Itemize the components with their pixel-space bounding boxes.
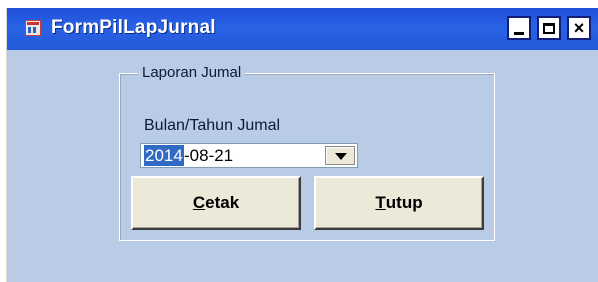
dropdown-arrow-icon[interactable] [325, 146, 355, 165]
minimize-button[interactable] [507, 16, 531, 40]
date-month-day-segment[interactable]: -08-21 [184, 145, 233, 166]
minimize-icon [514, 31, 524, 35]
close-icon: × [573, 18, 585, 38]
maximize-button[interactable] [537, 16, 561, 40]
cetak-button[interactable]: Cetak [131, 176, 301, 230]
date-picker[interactable]: 2014 -08-21 [140, 143, 358, 168]
tutup-button[interactable]: Tutup [314, 176, 484, 230]
bulan-tahun-label: Bulan/Tahun Jumal [144, 117, 281, 134]
form-app-icon[interactable] [25, 20, 41, 36]
title-bar[interactable]: FormPilLapJurnal × [7, 8, 598, 50]
cetak-label-rest: etak [205, 193, 240, 212]
date-year-segment[interactable]: 2014 [144, 145, 184, 166]
laporan-jurnal-groupbox: Laporan Jumal Bulan/Tahun Jumal 2014 -08… [119, 64, 495, 241]
tutup-label-rest: utup [385, 193, 423, 212]
cetak-accel-letter: C [192, 193, 206, 212]
groupbox-title: Laporan Jumal [138, 64, 246, 81]
window-title: FormPilLapJurnal [51, 17, 216, 38]
tutup-accel-letter: T [375, 193, 386, 212]
close-button[interactable]: × [567, 16, 591, 40]
maximize-icon [543, 22, 555, 34]
form-window: FormPilLapJurnal × Laporan Jumal Bulan/T… [6, 8, 598, 282]
